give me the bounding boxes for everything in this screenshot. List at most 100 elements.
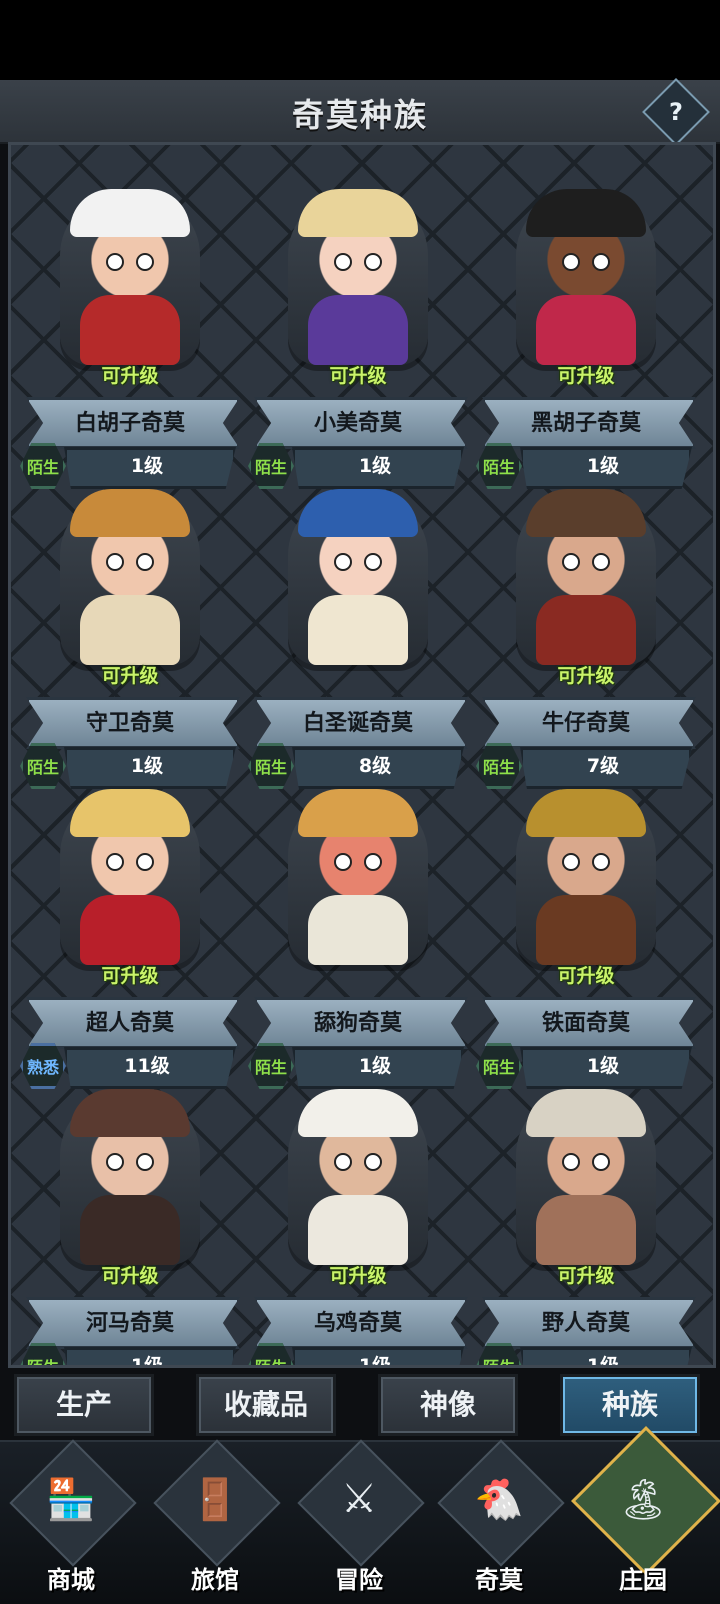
chimo-card[interactable]: 可升级 铁面奇莫 1级 陌生	[472, 785, 700, 1089]
category-tabs: 生产 收藏品 神像 种族	[0, 1364, 720, 1440]
chimo-portrait	[60, 189, 200, 365]
chimo-card[interactable]: 可升级 野人奇莫 1级 陌生	[472, 1085, 700, 1365]
relationship-label: 陌生	[254, 1058, 287, 1077]
chimo-card[interactable]: 舔狗奇莫 1级 陌生	[244, 785, 472, 1089]
chimo-card[interactable]: 可升级 超人奇莫 11级 熟悉	[16, 785, 244, 1089]
portrait-eye	[106, 1153, 124, 1171]
portrait-outfit	[536, 1195, 636, 1265]
relationship-label: 陌生	[254, 758, 287, 777]
chimo-character-icon: 🐔	[474, 1477, 524, 1523]
chimo-name: 牛仔奇莫	[541, 711, 630, 736]
chimo-name: 守卫奇莫	[85, 711, 174, 736]
portrait-hat	[298, 189, 418, 237]
nav-label: 商城	[47, 1566, 95, 1594]
chimo-portrait	[288, 1089, 428, 1265]
nav-label: 庄园	[619, 1566, 667, 1594]
tab-race[interactable]: 种族	[560, 1374, 700, 1436]
portrait-eye	[562, 553, 580, 571]
portrait-outfit	[308, 295, 408, 365]
chimo-level: 1级	[586, 1055, 620, 1077]
chimo-card[interactable]: 可升级 小美奇莫 1级 陌生	[244, 185, 472, 489]
chimo-portrait	[60, 1089, 200, 1265]
portrait-eye	[136, 853, 154, 871]
portrait-eye	[136, 253, 154, 271]
upgradable-label: 可升级	[557, 965, 615, 987]
relationship-badge: 陌生	[248, 743, 294, 789]
portrait-eye	[136, 553, 154, 571]
relationship-label: 陌生	[26, 458, 59, 477]
chimo-card[interactable]: 可升级 乌鸡奇莫 1级 陌生	[244, 1085, 472, 1365]
portrait-eye	[334, 853, 352, 871]
chimo-card[interactable]: 可升级 牛仔奇莫 7级 陌生	[472, 485, 700, 789]
page-header: 奇莫种族 ?	[0, 78, 720, 146]
upgradable-label: 可升级	[101, 965, 159, 987]
chimo-name: 黑胡子奇莫	[530, 411, 641, 436]
shop-icon: 🏪	[46, 1477, 96, 1523]
portrait-eye	[106, 253, 124, 271]
portrait-outfit	[536, 895, 636, 965]
nav-label: 奇莫	[475, 1566, 523, 1594]
nav-crossed-swords[interactable]: ⚔ 冒险	[294, 1439, 425, 1598]
relationship-badge: 陌生	[476, 443, 522, 489]
chimo-card[interactable]: 可升级 黑胡子奇莫 1级 陌生	[472, 185, 700, 489]
portrait-hat	[298, 789, 418, 837]
portrait-eye	[106, 853, 124, 871]
chimo-card[interactable]: 可升级 白胡子奇莫 1级 陌生	[16, 185, 244, 489]
portrait-eye	[364, 553, 382, 571]
portrait-hat	[526, 789, 646, 837]
chimo-portrait	[516, 189, 656, 365]
portrait-hat	[526, 1089, 646, 1137]
upgradable-label: 可升级	[101, 665, 159, 687]
relationship-badge: 熟悉	[20, 1043, 66, 1089]
portrait-eye	[592, 1153, 610, 1171]
page-title: 奇莫种族	[291, 96, 428, 134]
chimo-portrait	[288, 189, 428, 365]
portrait-hat	[70, 789, 190, 837]
chimo-name: 超人奇莫	[85, 1011, 174, 1036]
chimo-name: 乌鸡奇莫	[313, 1311, 402, 1336]
chimo-card[interactable]: 可升级 守卫奇莫 1级 陌生	[16, 485, 244, 789]
relationship-badge: 陌生	[248, 443, 294, 489]
portrait-eye	[592, 853, 610, 871]
chimo-level: 1级	[358, 455, 392, 477]
nav-inn-gate[interactable]: 🚪 旅馆	[150, 1439, 281, 1598]
portrait-hat	[526, 489, 646, 537]
upgradable-label: 可升级	[557, 365, 615, 387]
chimo-level: 11级	[124, 1055, 170, 1077]
tab-collectibles[interactable]: 收藏品	[196, 1374, 336, 1436]
crossed-swords-icon: ⚔	[341, 1476, 377, 1522]
portrait-hat	[298, 489, 418, 537]
relationship-badge: 陌生	[20, 743, 66, 789]
chimo-portrait	[60, 789, 200, 965]
chimo-name: 河马奇莫	[85, 1311, 174, 1336]
nav-shop[interactable]: 🏪 商城	[6, 1439, 137, 1598]
upgradable-label: 可升级	[329, 1265, 387, 1287]
relationship-badge: 陌生	[476, 743, 522, 789]
chimo-name: 野人奇莫	[541, 1311, 630, 1336]
chimo-portrait	[516, 789, 656, 965]
portrait-eye	[106, 553, 124, 571]
chimo-card[interactable]: 白圣诞奇莫 8级 陌生	[244, 485, 472, 789]
chimo-name: 小美奇莫	[313, 411, 402, 436]
portrait-hat	[70, 1089, 190, 1137]
portrait-outfit	[536, 595, 636, 665]
inn-gate-icon: 🚪	[190, 1477, 240, 1523]
chimo-name: 铁面奇莫	[541, 1011, 630, 1036]
chimo-card[interactable]: 可升级 河马奇莫 1级 陌生	[16, 1085, 244, 1365]
portrait-hat	[70, 189, 190, 237]
status-bar	[0, 0, 720, 80]
tab-production[interactable]: 生产	[14, 1374, 154, 1436]
portrait-eye	[592, 553, 610, 571]
portrait-outfit	[308, 1195, 408, 1265]
nav-manor-island[interactable]: 🏝 庄园	[571, 1426, 720, 1598]
chimo-grid[interactable]: 可升级 白胡子奇莫 1级 陌生 可升级 小美奇莫 1级 陌生 可升级 黑胡子奇莫…	[8, 142, 716, 1368]
portrait-outfit	[80, 295, 180, 365]
portrait-outfit	[536, 295, 636, 365]
relationship-label: 陌生	[482, 458, 515, 477]
portrait-hat	[298, 1089, 418, 1137]
nav-chimo-character[interactable]: 🐔 奇莫	[434, 1439, 565, 1598]
portrait-hat	[526, 189, 646, 237]
chimo-level: 1级	[358, 1055, 392, 1077]
nav-label: 冒险	[335, 1566, 383, 1594]
tab-idols[interactable]: 神像	[378, 1374, 518, 1436]
